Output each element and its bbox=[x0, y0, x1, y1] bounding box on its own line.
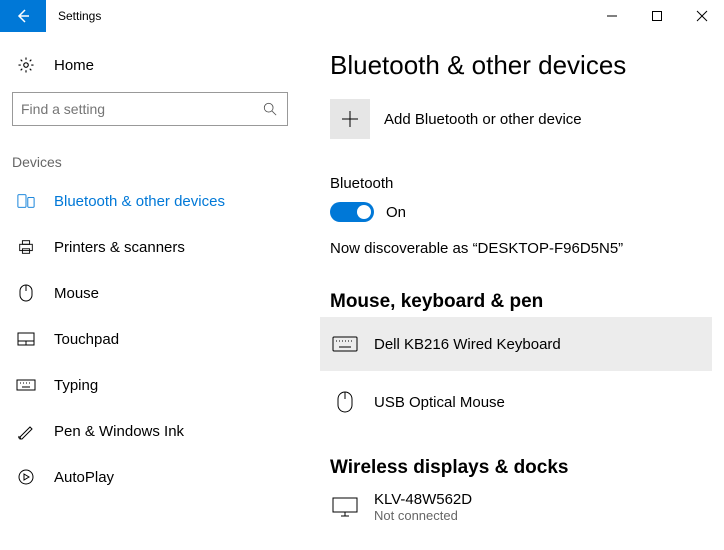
bluetooth-toggle[interactable] bbox=[330, 202, 374, 222]
sidebar-item-label: Touchpad bbox=[54, 331, 119, 348]
discoverable-text: Now discoverable as “DESKTOP-F96D5N5” bbox=[330, 240, 712, 257]
sidebar-item-autoplay[interactable]: AutoPlay bbox=[12, 454, 288, 500]
sidebar-section-label: Devices bbox=[12, 154, 288, 170]
maximize-button[interactable] bbox=[634, 0, 679, 32]
autoplay-icon bbox=[16, 468, 36, 486]
device-item-display[interactable]: KLV-48W562D Not connected bbox=[320, 483, 712, 531]
category-heading-wireless-displays: Wireless displays & docks bbox=[330, 457, 712, 479]
arrow-left-icon bbox=[15, 8, 31, 24]
bluetooth-toggle-state: On bbox=[386, 204, 406, 221]
gear-icon bbox=[16, 56, 36, 74]
main-panel: Bluetooth & other devices Add Bluetooth … bbox=[300, 32, 724, 550]
touchpad-icon bbox=[16, 332, 36, 346]
monitor-icon bbox=[330, 497, 360, 517]
device-item-keyboard[interactable]: Dell KB216 Wired Keyboard bbox=[320, 317, 712, 371]
minimize-icon bbox=[607, 11, 617, 21]
sidebar-item-typing[interactable]: Typing bbox=[12, 362, 288, 408]
sidebar-item-label: Printers & scanners bbox=[54, 239, 185, 256]
sidebar-item-label: Pen & Windows Ink bbox=[54, 423, 184, 440]
home-label: Home bbox=[54, 57, 94, 74]
add-device-label: Add Bluetooth or other device bbox=[384, 111, 582, 128]
device-status: Not connected bbox=[374, 508, 472, 523]
back-button[interactable] bbox=[0, 0, 46, 32]
search-input-wrap[interactable] bbox=[12, 92, 288, 126]
printer-icon bbox=[16, 238, 36, 256]
keyboard-icon bbox=[16, 379, 36, 391]
close-button[interactable] bbox=[679, 0, 724, 32]
sidebar-item-label: Mouse bbox=[54, 285, 99, 302]
add-device-button[interactable] bbox=[330, 99, 370, 139]
device-name: KLV-48W562D bbox=[374, 491, 472, 508]
mouse-icon bbox=[16, 283, 36, 303]
search-icon bbox=[261, 102, 279, 116]
bluetooth-devices-icon bbox=[16, 192, 36, 210]
device-name: USB Optical Mouse bbox=[374, 394, 505, 411]
pen-icon bbox=[16, 422, 36, 440]
sidebar-item-bluetooth[interactable]: Bluetooth & other devices bbox=[12, 178, 288, 224]
title-bar: Settings bbox=[0, 0, 724, 32]
search-input[interactable] bbox=[21, 101, 261, 117]
sidebar: Home Devices Bluetooth & other devices P… bbox=[0, 32, 300, 550]
sidebar-item-pen[interactable]: Pen & Windows Ink bbox=[12, 408, 288, 454]
keyboard-icon bbox=[330, 336, 360, 352]
mouse-icon bbox=[330, 390, 360, 414]
page-title: Bluetooth & other devices bbox=[330, 50, 712, 81]
sidebar-item-mouse[interactable]: Mouse bbox=[12, 270, 288, 316]
minimize-button[interactable] bbox=[589, 0, 634, 32]
home-nav[interactable]: Home bbox=[12, 42, 288, 88]
close-icon bbox=[697, 11, 707, 21]
category-heading-mouse-keyboard: Mouse, keyboard & pen bbox=[330, 291, 712, 313]
device-name: Dell KB216 Wired Keyboard bbox=[374, 336, 561, 353]
sidebar-item-label: Typing bbox=[54, 377, 98, 394]
plus-icon bbox=[341, 110, 359, 128]
sidebar-item-printers[interactable]: Printers & scanners bbox=[12, 224, 288, 270]
bluetooth-label: Bluetooth bbox=[330, 175, 712, 192]
sidebar-item-label: Bluetooth & other devices bbox=[54, 193, 225, 210]
sidebar-item-touchpad[interactable]: Touchpad bbox=[12, 316, 288, 362]
sidebar-item-label: AutoPlay bbox=[54, 469, 114, 486]
device-item-mouse[interactable]: USB Optical Mouse bbox=[320, 375, 712, 429]
maximize-icon bbox=[652, 11, 662, 21]
window-title: Settings bbox=[46, 0, 113, 32]
add-device-row[interactable]: Add Bluetooth or other device bbox=[330, 99, 712, 139]
